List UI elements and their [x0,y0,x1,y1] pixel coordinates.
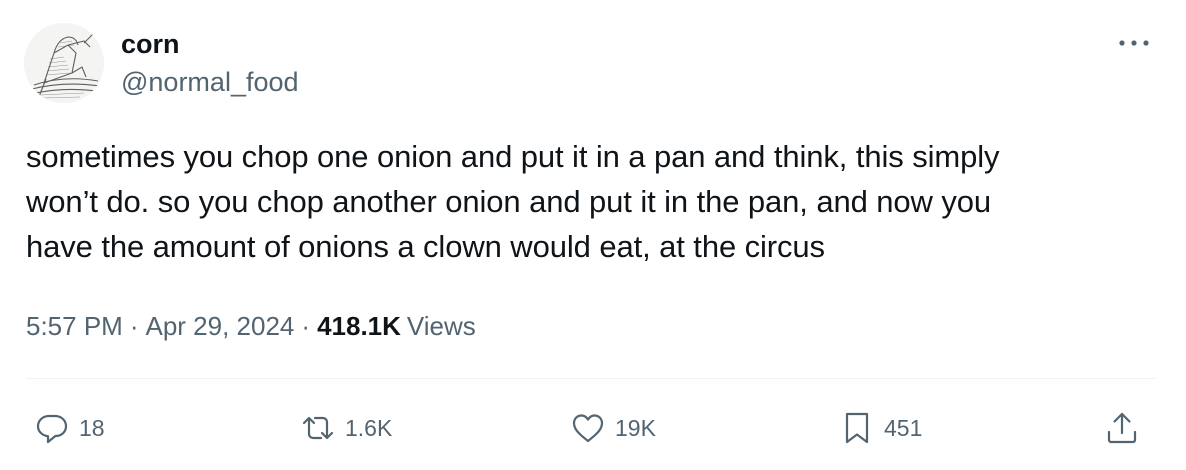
tweet-card: corn @normal_food sometimes you chop one… [0,0,1186,470]
more-horizontal-icon [1119,40,1149,46]
retweet-icon [302,416,334,440]
reply-icon [36,414,68,444]
divider [26,378,1156,379]
like-button[interactable]: 19K [570,404,656,452]
avatar[interactable] [24,23,104,103]
display-name[interactable]: corn [121,28,180,60]
retweet-count: 1.6K [345,415,393,441]
tweet-text-line: won’t do. so you chop another onion and … [26,184,992,219]
tweet-time[interactable]: 5:57 PM [26,311,123,341]
tweet-date[interactable]: Apr 29, 2024 [146,311,295,341]
tweet-text: sometimes you chop one onion and put it … [26,134,1156,269]
tweet-text-line: have the amount of onions a clown would … [26,229,825,264]
bookmark-icon [845,412,869,444]
bookmark-button[interactable]: 451 [839,404,922,452]
share-icon [1107,412,1137,444]
meta-separator: · [129,311,139,341]
tweet-metadata: 5:57 PM · Apr 29, 2024 · 418.1K Views [26,309,476,343]
views-count[interactable]: 418.1K [317,311,401,341]
like-count: 19K [615,415,656,441]
bookmark-count: 451 [884,415,923,441]
meta-separator: · [301,311,311,341]
more-options-button[interactable] [1114,30,1154,56]
reply-count: 18 [79,415,105,441]
heart-icon [572,414,604,443]
retweet-button[interactable]: 1.6K [300,404,392,452]
share-button[interactable] [1104,404,1140,452]
reply-button[interactable]: 18 [34,404,105,452]
views-label: Views [406,311,476,341]
tweet-text-line: sometimes you chop one onion and put it … [26,139,1000,174]
action-bar: 18 1.6K 19K 451 [0,404,1186,452]
avatar-engraving-image [24,23,104,103]
user-handle[interactable]: @normal_food [121,66,299,98]
